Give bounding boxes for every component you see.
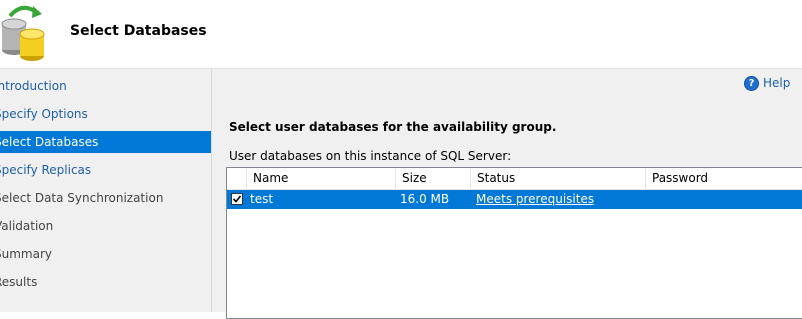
column-header-password[interactable]: Password	[646, 168, 802, 189]
row-checkbox[interactable]	[231, 193, 243, 205]
nav-item-select-databases[interactable]: Select Databases	[0, 131, 211, 153]
database-grid[interactable]: Name Size Status Password test 16.0 MB M…	[226, 167, 802, 319]
nav-item-select-data-synchronization: Select Data Synchronization	[0, 187, 211, 209]
column-header-name[interactable]: Name	[247, 168, 396, 189]
nav-item-label: Select Databases	[0, 135, 99, 149]
column-header-size[interactable]: Size	[396, 168, 471, 189]
nav-item-introduction[interactable]: Introduction	[0, 75, 211, 97]
cell-password[interactable]	[652, 190, 792, 209]
nav-item-label: Specify Replicas	[0, 163, 92, 177]
status-link[interactable]: Meets prerequisites	[476, 192, 594, 206]
column-header-checkbox	[227, 168, 247, 189]
column-header-status[interactable]: Status	[471, 168, 646, 189]
nav-item-label: Select Data Synchronization	[0, 191, 164, 205]
nav-item-label: Specify Options	[0, 107, 88, 121]
nav-item-results: Results	[0, 271, 211, 293]
help-button[interactable]: ? Help	[744, 75, 790, 91]
checkmark-icon	[232, 195, 242, 203]
nav-item-specify-replicas[interactable]: Specify Replicas	[0, 159, 211, 181]
nav-item-specify-options[interactable]: Specify Options	[0, 103, 211, 125]
wizard-nav: Introduction Specify Options Select Data…	[0, 69, 211, 312]
help-icon: ?	[744, 76, 759, 91]
content-panel: ? Help Select user databases for the avai…	[212, 69, 802, 319]
wizard-header: Select Databases	[0, 0, 802, 68]
help-label: Help	[763, 76, 791, 90]
grid-caption: User databases on this instance of SQL S…	[229, 149, 512, 163]
section-heading: Select user databases for the availabili…	[229, 120, 557, 134]
nav-item-summary: Summary	[0, 243, 211, 265]
page-title: Select Databases	[70, 23, 207, 39]
nav-item-validation: Validation	[0, 215, 211, 237]
nav-item-label: Summary	[0, 247, 52, 261]
table-row[interactable]: test 16.0 MB Meets prerequisites	[227, 190, 802, 209]
cell-status: Meets prerequisites	[476, 190, 594, 209]
database-sync-icon	[0, 4, 52, 62]
nav-item-label: Introduction	[0, 79, 67, 93]
nav-item-label: Results	[0, 275, 38, 289]
cell-size: 16.0 MB	[400, 192, 450, 206]
nav-item-label: Validation	[0, 219, 54, 233]
cell-name: test	[250, 192, 274, 206]
grid-header: Name Size Status Password	[227, 168, 802, 190]
